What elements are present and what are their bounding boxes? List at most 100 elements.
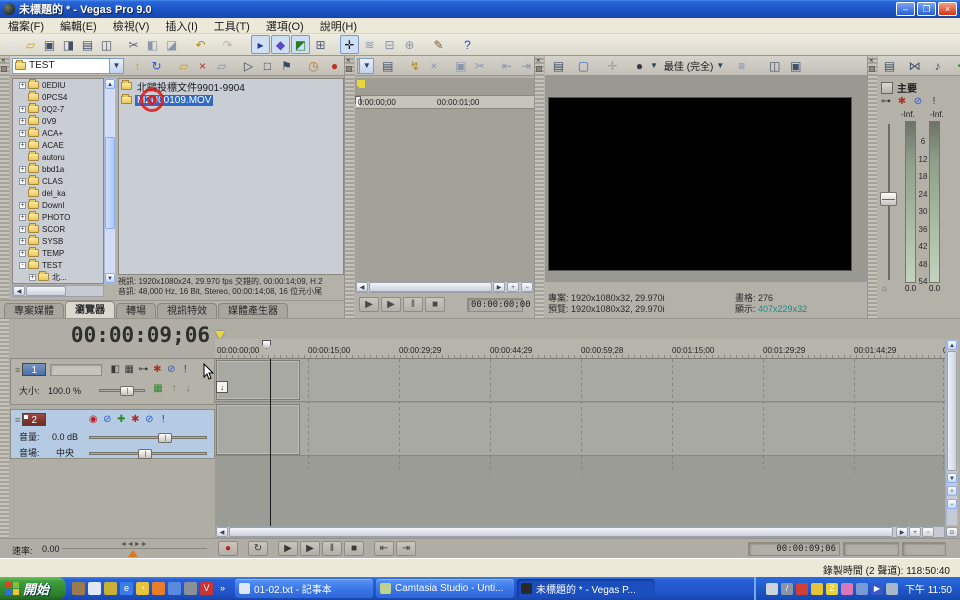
tree-item[interactable]: + bbd1a — [13, 163, 103, 175]
chevron-icon[interactable]: » — [216, 582, 229, 595]
expand-icon[interactable]: + — [19, 214, 26, 221]
timeline-vscrollbar[interactable]: ▲ ▼ + − — [946, 339, 958, 526]
save-snapshot-icon[interactable]: ▣ — [786, 56, 805, 75]
timeline-ruler[interactable]: 00:00:00;0000:00:15;0000:00:29;2900:00:4… — [215, 339, 945, 359]
event-fx-icon[interactable]: ▦ — [151, 382, 165, 395]
size-value[interactable]: 100.0 % — [48, 386, 81, 396]
tree-item[interactable]: + SYSB — [13, 235, 103, 247]
scrollbar-thumb[interactable] — [369, 282, 492, 292]
external-monitor-icon[interactable]: ▢ — [574, 56, 593, 75]
new-folder-icon[interactable]: ▱ — [174, 56, 193, 75]
selection-edit-tool-icon[interactable]: ◩ — [291, 35, 310, 54]
mute-icon[interactable]: ⊘ — [911, 95, 925, 108]
zoom-edit-tool-icon[interactable]: ⊞ — [311, 35, 330, 54]
copy-icon[interactable]: ◧ — [143, 35, 162, 54]
scrollbar-thumb[interactable] — [947, 351, 957, 471]
scrollbar-thumb[interactable] — [26, 286, 66, 296]
phase-icon[interactable]: ⊘ — [100, 413, 114, 426]
record-arm-icon[interactable]: ◉ — [86, 413, 100, 426]
go-to-start-icon[interactable]: ⇤ — [374, 541, 394, 556]
tree-item[interactable]: 0PCS4 — [13, 91, 103, 103]
dock-tab[interactable]: 瀏覽器 — [65, 301, 115, 318]
track-grip-icon[interactable]: ≡ — [15, 415, 20, 425]
mixer-properties-icon[interactable]: ▤ — [880, 56, 899, 75]
tree-item[interactable]: + TEMP — [13, 247, 103, 259]
messenger-icon[interactable] — [168, 582, 181, 595]
expand-icon[interactable]: + — [19, 118, 26, 125]
media-app-icon[interactable] — [104, 582, 117, 595]
fx-chain-icon[interactable]: ⊶ — [136, 363, 150, 376]
track-zoom-out-icon[interactable]: − — [947, 499, 957, 509]
mixer-dock-handle[interactable]: × — [868, 56, 877, 318]
start-button[interactable]: 開始 — [0, 577, 66, 600]
menu-item[interactable]: 檢視(V) — [105, 18, 158, 33]
chevron-down-icon[interactable]: ▼ — [716, 61, 724, 70]
timeline-zoom-out-icon[interactable]: − — [922, 527, 934, 537]
expand-icon[interactable]: + — [19, 106, 26, 113]
volume-slider[interactable] — [89, 436, 207, 439]
expand-icon[interactable]: + — [19, 250, 26, 257]
remove-icon[interactable]: × — [424, 56, 443, 75]
menu-item[interactable]: 工具(T) — [206, 18, 258, 33]
tree-scrollbar[interactable]: ▲ ▼ — [104, 78, 116, 284]
chevron-down-icon[interactable]: ▼ — [109, 59, 123, 73]
task-button[interactable]: Camtasia Studio - Unti... — [376, 579, 514, 598]
insert-assignable-fx-icon[interactable]: ♪ — [928, 56, 947, 75]
track-number[interactable]: 1 — [22, 363, 46, 376]
undo-icon[interactable]: ↶ — [191, 35, 210, 54]
rate-value[interactable]: 0.00 — [42, 544, 60, 554]
selection-end-box[interactable] — [902, 542, 946, 556]
shuttle-marker-icon[interactable] — [128, 550, 138, 557]
quality-color-icon[interactable]: ● — [630, 56, 649, 75]
whats-this-icon[interactable]: ? — [458, 35, 477, 54]
expand-icon[interactable]: + — [19, 178, 26, 185]
track-header-video[interactable]: ≡ 1 ◧▦⊶✱⊘! 大小: 100.0 % ▦ ↑ ↓ — [10, 358, 215, 405]
capture-video-icon[interactable]: ◫ — [97, 35, 116, 54]
task-button[interactable]: 未標題的 * - Vegas P... — [517, 579, 655, 598]
restore-button[interactable]: ❐ — [917, 2, 936, 16]
fader-mode-icon[interactable]: ⊶ — [879, 95, 893, 108]
tree-item[interactable]: + 北... — [23, 271, 103, 283]
bus-collapse-icon[interactable] — [881, 82, 893, 94]
preview-dock-handle[interactable]: × — [535, 56, 544, 318]
scroll-right-icon[interactable]: ▶ — [896, 527, 908, 537]
playhead-cursor[interactable] — [270, 359, 271, 526]
redo-icon[interactable]: ↷ — [218, 35, 237, 54]
track-grip-icon[interactable]: ≡ — [15, 365, 20, 375]
zoom-tool-corner-icon[interactable]: ⊙ — [946, 527, 958, 537]
automation-icon[interactable]: ✱ — [895, 95, 909, 108]
scroll-up-icon[interactable]: ▲ — [105, 79, 115, 89]
play-from-start-icon[interactable]: ▶ — [359, 297, 379, 312]
stop-icon[interactable]: ■ — [425, 297, 445, 312]
select-end-icon[interactable]: ⇥ — [516, 56, 535, 75]
audio-track-row[interactable] — [215, 403, 945, 456]
dock-tab[interactable]: 視訊特效 — [157, 303, 217, 318]
views-icon[interactable]: ▱ — [212, 56, 231, 75]
pause-icon[interactable]: ‖ — [403, 297, 423, 312]
track-zoom-in-icon[interactable]: + — [947, 486, 957, 496]
stop-preview-icon[interactable]: □ — [258, 56, 277, 75]
tree-item[interactable]: + 0EDIU — [13, 79, 103, 91]
event-pen-icon[interactable]: ✎ — [429, 35, 448, 54]
solo-icon[interactable]: ! — [927, 95, 941, 108]
shuttle-icon[interactable]: ◄◄►► — [120, 541, 148, 548]
trimmer-display-area[interactable] — [355, 109, 534, 281]
make-child-icon[interactable]: ↑ — [167, 382, 181, 395]
save-markers-icon[interactable]: ▣ — [451, 56, 470, 75]
envelope-edit-tool-icon[interactable]: ◆ — [271, 35, 290, 54]
tree-item[interactable]: + SCOR — [13, 223, 103, 235]
expand-icon[interactable]: + — [19, 130, 26, 137]
deinterlace-icon[interactable]: ✛ — [603, 56, 622, 75]
copy-snapshot-icon[interactable]: ◫ — [765, 56, 784, 75]
trimmer-ruler[interactable]: 0:00:00;0000:00:01;00 — [355, 96, 534, 109]
scroll-down-icon[interactable]: ▼ — [947, 473, 957, 483]
firefox-icon[interactable] — [152, 582, 165, 595]
stop-icon[interactable]: ■ — [344, 541, 364, 556]
open-icon[interactable]: ▱ — [21, 35, 40, 54]
chrome-icon[interactable]: ◔ — [136, 582, 149, 595]
trimmer-timecode[interactable]: 00:00:00;00 — [467, 298, 523, 312]
expand-icon[interactable]: + — [29, 274, 36, 281]
mute-icon[interactable]: ⊘ — [164, 363, 178, 376]
mute-icon[interactable]: ⊘ — [142, 413, 156, 426]
tree-item[interactable]: del_ka — [13, 187, 103, 199]
